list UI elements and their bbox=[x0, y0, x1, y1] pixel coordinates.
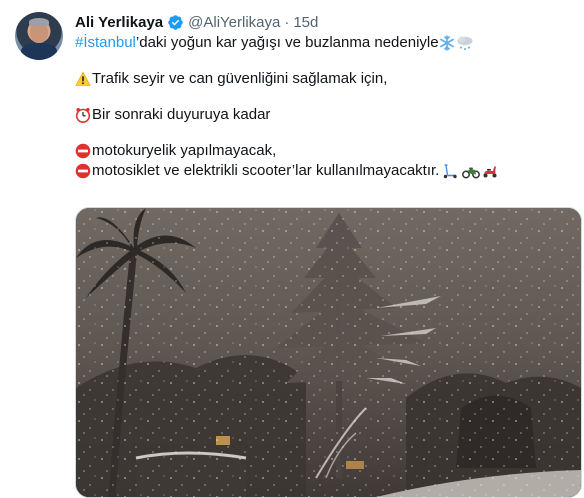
tweet-line-3-text: Bir sonraki duyuruya kadar bbox=[92, 106, 271, 123]
motorcycle-icon bbox=[462, 163, 481, 179]
alarm-clock-icon bbox=[75, 107, 91, 123]
avatar-shirt bbox=[21, 43, 57, 60]
tweet-line-4: motokuryelik yapılmayacak, bbox=[75, 141, 575, 161]
verified-badge-icon bbox=[167, 14, 184, 31]
tweet-line-4-text: motokuryelik yapılmayacak, bbox=[92, 142, 277, 159]
tweet-line-1-text: ’daki yoğun kar yağışı ve buzlanma neden… bbox=[135, 34, 439, 51]
snowy-night-scene bbox=[76, 208, 581, 497]
no-entry-icon bbox=[75, 143, 91, 159]
separator-dot: · bbox=[284, 13, 290, 31]
no-entry-icon bbox=[75, 163, 91, 179]
avatar[interactable] bbox=[15, 12, 63, 60]
tweet[interactable]: Ali Yerlikaya @AliYerlikaya · 15d #İstan… bbox=[0, 0, 584, 498]
tweet-timestamp[interactable]: 15d bbox=[293, 14, 318, 31]
author-name[interactable]: Ali Yerlikaya bbox=[75, 14, 163, 31]
tweet-header: Ali Yerlikaya @AliYerlikaya · 15d bbox=[75, 12, 318, 32]
tweet-text: #İstanbul ’daki yoğun kar yağışı ve buzl… bbox=[75, 33, 575, 181]
tweet-line-3: Bir sonraki duyuruya kadar bbox=[75, 105, 575, 125]
motor-scooter-icon bbox=[482, 163, 498, 179]
kick-scooter-icon bbox=[442, 163, 458, 179]
snow-cloud-icon bbox=[456, 35, 473, 51]
avatar-hair bbox=[29, 18, 49, 26]
tweet-line-2: Trafik seyir ve can güvenliğini sağlamak… bbox=[75, 69, 575, 89]
snowflake-icon bbox=[439, 35, 455, 51]
tweet-line-2-text: Trafik seyir ve can güvenliğini sağlamak… bbox=[92, 70, 388, 87]
warning-icon bbox=[75, 71, 91, 87]
hashtag-link[interactable]: #İstanbul bbox=[75, 33, 136, 53]
tweet-line-1: #İstanbul ’daki yoğun kar yağışı ve buzl… bbox=[75, 33, 575, 53]
tweet-video-thumbnail[interactable] bbox=[75, 207, 582, 498]
author-handle[interactable]: @AliYerlikaya bbox=[188, 14, 280, 31]
tweet-line-5-text: motosiklet ve elektrikli scooter’lar kul… bbox=[92, 162, 440, 179]
tweet-line-5: motosiklet ve elektrikli scooter’lar kul… bbox=[75, 161, 575, 181]
